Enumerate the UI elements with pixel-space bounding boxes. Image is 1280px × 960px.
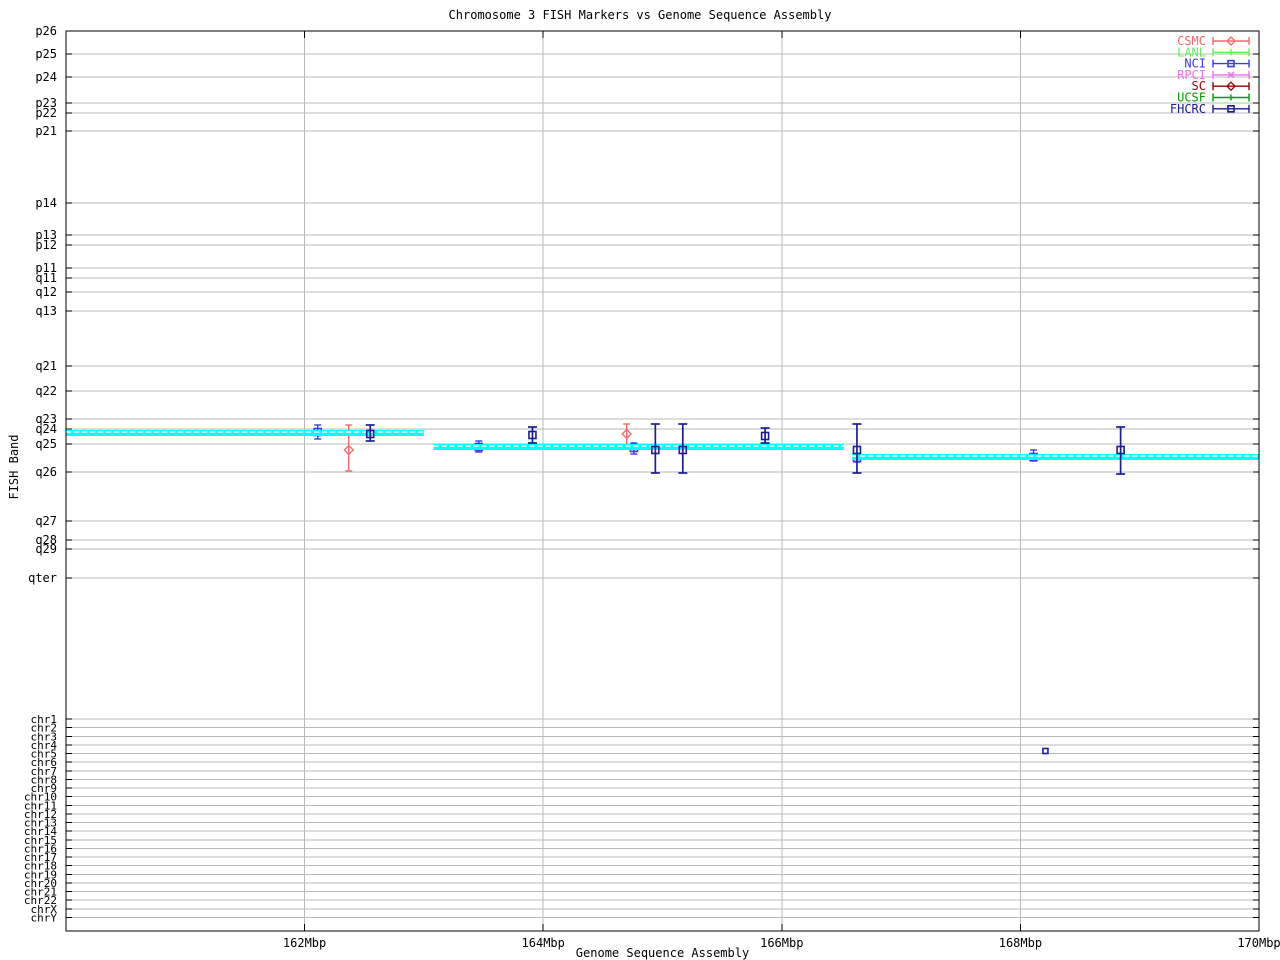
assembly-bands-layer <box>66 430 1259 460</box>
data-point-fhcrc <box>650 423 660 474</box>
y-tick-label: q24 <box>35 422 57 436</box>
legend: CSMCLANLNCIRPCISCUCSFFHCRC <box>1170 34 1250 116</box>
assembly-band <box>852 454 1259 460</box>
y-tick-label: p26 <box>35 24 57 38</box>
data-point-fhcrc <box>365 424 375 442</box>
y-tick-label: q29 <box>35 542 57 556</box>
y-tick-label: qter <box>28 571 57 585</box>
y-tick-label: q21 <box>35 359 57 373</box>
legend-label: FHCRC <box>1170 102 1206 116</box>
y-tick-label: p21 <box>35 124 57 138</box>
data-point-csmc <box>621 423 633 446</box>
y-tick-label: q25 <box>35 437 57 451</box>
y-tick-label: q22 <box>35 384 57 398</box>
y-tick-label-chromosome: chrY <box>31 912 58 925</box>
assembly-band <box>433 444 844 450</box>
gridlines <box>66 30 1260 931</box>
data-point-fhcrc <box>852 423 862 474</box>
data-point-fhcrc <box>760 427 770 444</box>
y-tick-label: q12 <box>35 285 57 299</box>
y-tick-label: q13 <box>35 304 57 318</box>
y-tick-label: p12 <box>35 238 57 252</box>
y-tick-label: q11 <box>35 271 57 285</box>
chart-canvas: p26p25p24p23p22p21p14p13p12p11q11q12q13q… <box>24 24 1280 950</box>
tick-labels: p26p25p24p23p22p21p14p13p12p11q11q12q13q… <box>24 24 1280 950</box>
y-tick-label: p25 <box>35 47 57 61</box>
y-tick-label: p22 <box>35 106 57 120</box>
legend-entry-rpci: RPCI <box>1177 68 1250 82</box>
data-point-fhcrc <box>1116 426 1126 475</box>
chart-figure: Chromosome 3 FISH Markers vs Genome Sequ… <box>0 0 1280 960</box>
y-tick-label: p14 <box>35 196 57 210</box>
y-tick-label: q27 <box>35 514 57 528</box>
x-axis-label: Genome Sequence Assembly <box>575 946 750 960</box>
y-tick-label: q26 <box>35 465 57 479</box>
data-point-fhcrc <box>678 423 688 474</box>
data-point-fhcrc <box>1042 747 1049 755</box>
points-over-layer <box>365 423 1126 755</box>
axes-border <box>65 30 1260 932</box>
y-tick-label: p24 <box>35 70 57 84</box>
legend-entry-fhcrc: FHCRC <box>1170 102 1250 116</box>
